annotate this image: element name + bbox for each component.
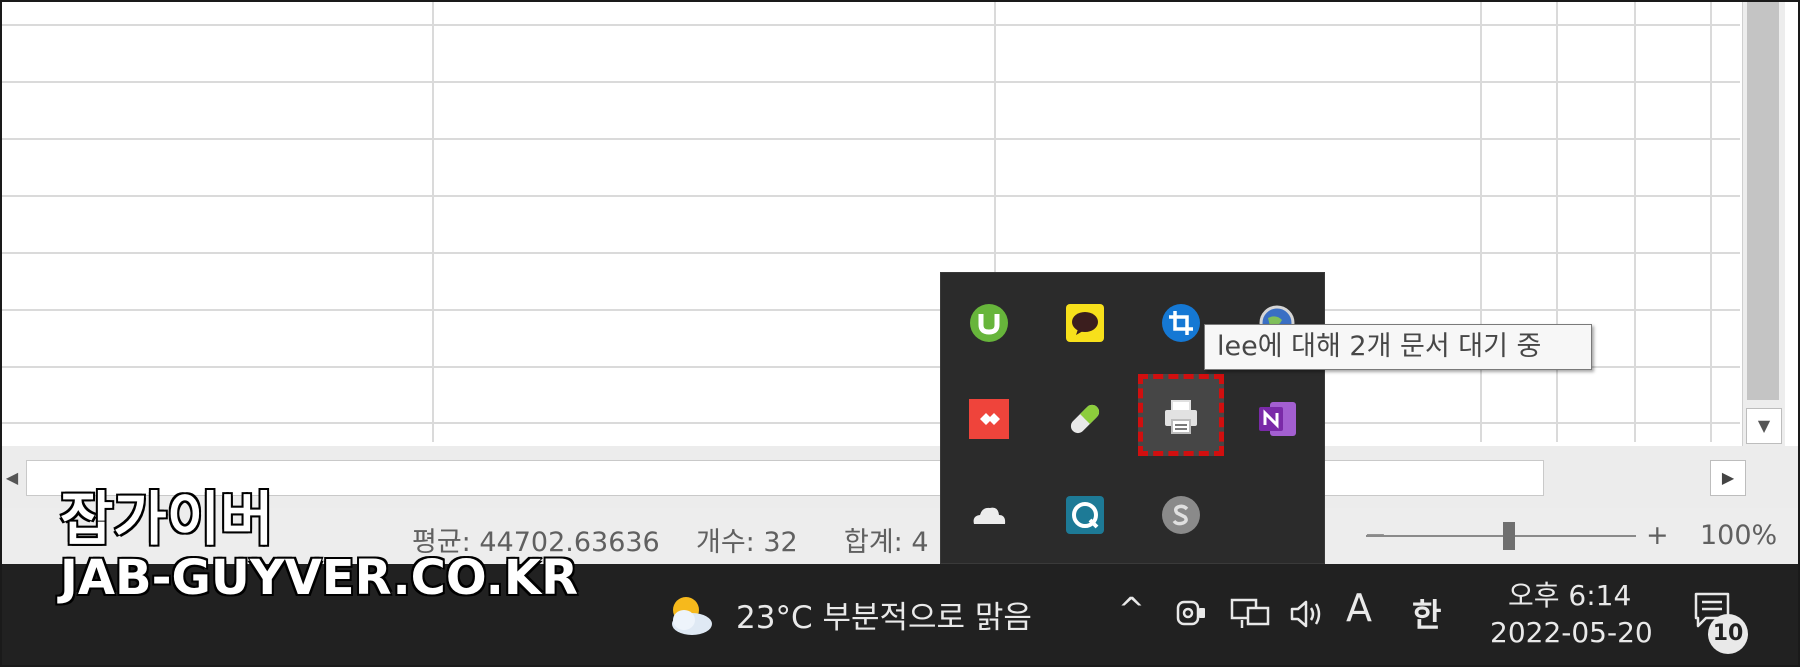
onedrive-icon[interactable]: [968, 494, 1010, 536]
onenote-icon[interactable]: [1256, 398, 1298, 440]
printer-tooltip: lee에 대해 2개 문서 대기 중: [1204, 324, 1592, 370]
pill-icon[interactable]: [1064, 398, 1106, 440]
zoom-slider[interactable]: [1366, 535, 1636, 537]
screenshot-frame: ▼ ◀ ▶ 평균: 44702.63636 개수: 32 합계: 4 − + 1…: [0, 0, 1800, 667]
skype-icon[interactable]: [1160, 494, 1202, 536]
network-icon[interactable]: [1228, 594, 1272, 634]
ime-mode-indicator[interactable]: A: [1346, 586, 1372, 630]
scroll-down-button[interactable]: ▼: [1746, 408, 1782, 444]
clock-date[interactable]: 2022-05-20: [1490, 616, 1653, 649]
vertical-scrollbar[interactable]: [1742, 2, 1785, 446]
clock-time[interactable]: 오후 6:14: [1508, 574, 1631, 614]
notification-badge: 10: [1708, 614, 1748, 654]
watermark-url: JAB-GUYVER.CO.KR: [59, 549, 579, 607]
weather-text[interactable]: 23°C 부분적으로 맑음: [736, 592, 1032, 637]
grid-col-line: [1480, 2, 1482, 442]
grid-col-line: [432, 2, 434, 442]
zoom-level[interactable]: 100%: [1700, 520, 1777, 551]
camera-icon[interactable]: [1174, 594, 1208, 634]
scroll-right-button[interactable]: ▶: [1710, 460, 1746, 496]
show-hidden-icons-button[interactable]: ^: [1118, 590, 1145, 628]
printer-icon[interactable]: [1160, 396, 1202, 438]
snip-tool-icon[interactable]: [1160, 302, 1202, 344]
zoom-in-button[interactable]: +: [1646, 520, 1669, 551]
status-sum: 합계: 4: [844, 527, 929, 558]
watermark-title: 잡가이버: [59, 484, 274, 554]
grid-col-line: [1634, 2, 1636, 442]
spreadsheet-grid[interactable]: [2, 2, 1740, 442]
vertical-scroll-thumb[interactable]: [1747, 2, 1779, 400]
zoom-slider-thumb[interactable]: [1503, 522, 1516, 550]
anydesk-icon[interactable]: [968, 398, 1010, 440]
kakaotalk-icon[interactable]: [1064, 302, 1106, 344]
ime-language-indicator[interactable]: 한: [1412, 590, 1441, 636]
grid-col-line: [1710, 2, 1712, 442]
utorrent-icon[interactable]: [968, 302, 1010, 344]
cloud-sync-icon[interactable]: [1064, 494, 1106, 536]
scroll-left-button[interactable]: ◀: [2, 460, 22, 496]
volume-icon[interactable]: [1286, 594, 1326, 634]
grid-col-line: [1556, 2, 1558, 442]
status-count: 개수: 32: [696, 527, 798, 558]
weather-icon[interactable]: [662, 588, 716, 642]
